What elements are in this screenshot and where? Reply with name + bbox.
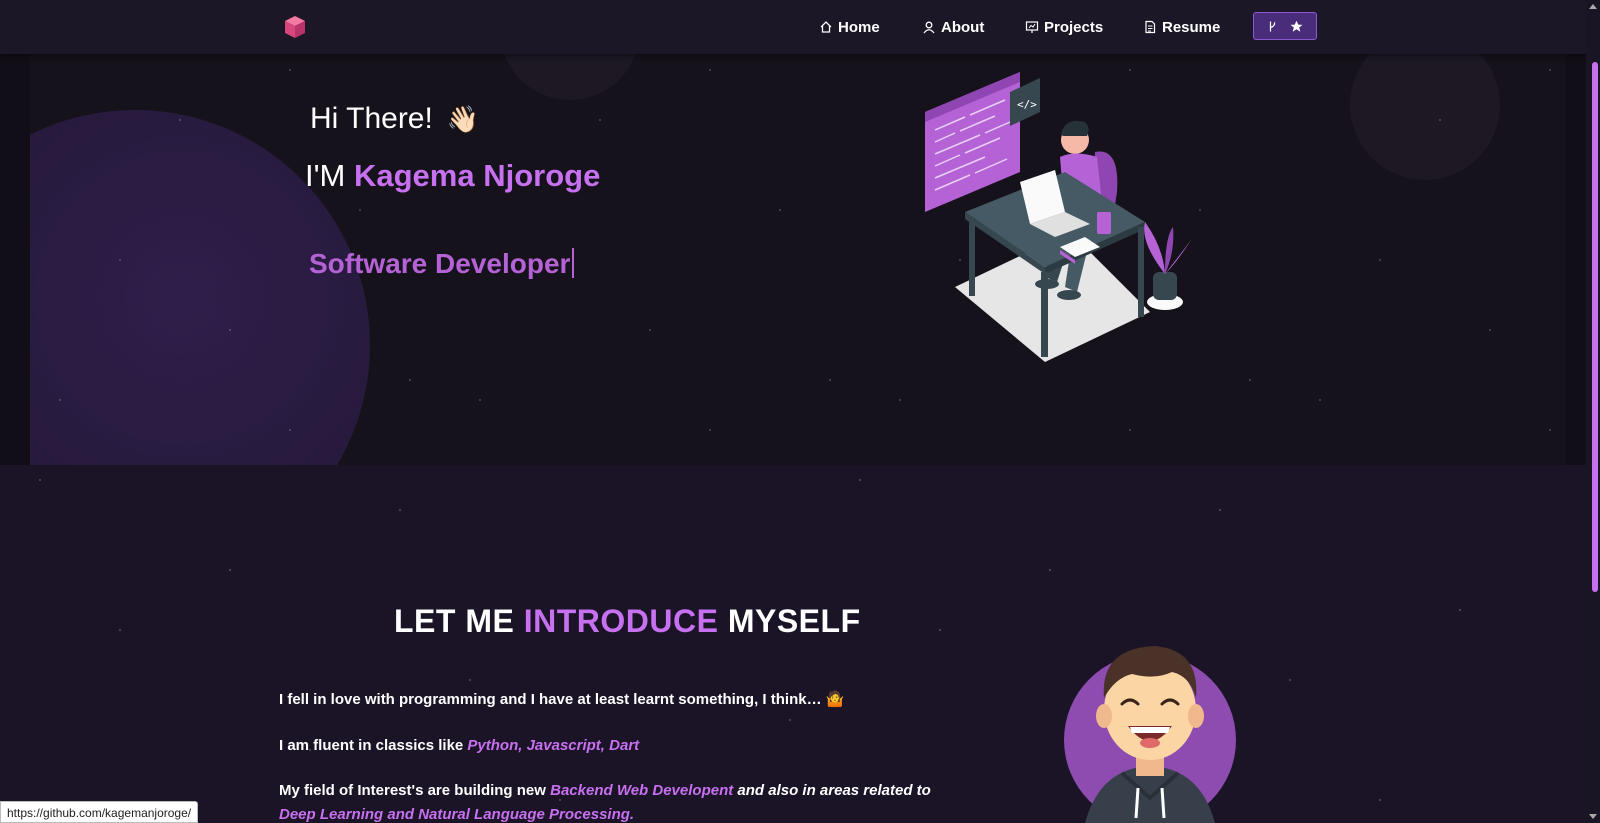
shrug-emoji: 🤷 — [825, 691, 845, 708]
nav-about-label: About — [941, 18, 985, 36]
star-icon — [1290, 20, 1302, 32]
nav-projects-label: Projects — [1044, 18, 1104, 36]
wave-emoji: 👋🏻 — [446, 103, 480, 134]
name-highlight: Kagema Njoroge — [353, 158, 601, 193]
intro-heading-part2: MYSELF — [727, 603, 861, 639]
greeting-text: Hi There! — [310, 102, 433, 135]
role-text: Software Developer — [309, 248, 571, 279]
hero-section: Hi There! 👋🏻 I'M Kagema Njoroge Software… — [0, 0, 1600, 465]
hero-panel — [30, 0, 1566, 465]
scrollbar-thumb[interactable] — [1592, 62, 1598, 592]
projects-icon — [1025, 21, 1039, 33]
nav-home-label: Home — [838, 18, 880, 36]
nav-home-link[interactable]: Home — [819, 16, 880, 38]
top-navbar: Home About Projects Resume — [0, 0, 1600, 54]
svg-text:</>: </> — [1017, 98, 1037, 111]
github-repo-button[interactable] — [1253, 12, 1317, 40]
typewriter-role: Software Developer — [309, 248, 575, 280]
user-icon — [923, 21, 935, 34]
avatar — [1064, 646, 1236, 823]
scroll-down-arrow-icon[interactable] — [1589, 814, 1597, 819]
nav-projects-link[interactable]: Projects — [1025, 16, 1103, 38]
intro-heading-part1: LET ME — [394, 603, 515, 639]
logo-cube-icon[interactable] — [284, 15, 306, 39]
greeting: Hi There! 👋🏻 — [310, 102, 479, 136]
languages-highlight: Python, Javascript, Dart — [467, 737, 640, 754]
intro-heading: LET ME INTRODUCE MYSELF — [394, 603, 861, 640]
hero-name: I'M Kagema Njoroge — [305, 158, 600, 194]
intro-p3-prefix: My field of Interest's are building new — [279, 782, 546, 799]
intro-p3-middle: and also in areas related to — [737, 782, 931, 799]
link-status-bar: https://github.com/kagemanjoroge/ — [0, 801, 199, 823]
hero-starfield — [30, 0, 1566, 465]
intro-heading-accent: INTRODUCE — [523, 603, 719, 639]
nav-about-link[interactable]: About — [922, 16, 984, 38]
intro-p1-text: I fell in love with programming and I ha… — [279, 691, 822, 708]
developer-desk-illustration: </> — [925, 72, 1193, 362]
typewriter-cursor — [572, 248, 575, 278]
intro-p2-prefix: I am fluent in classics like — [279, 737, 464, 754]
home-icon — [820, 21, 832, 33]
interest-highlight-1: Backend Web Developent — [550, 782, 734, 799]
nav-resume-link[interactable]: Resume — [1143, 16, 1220, 38]
page-scrollbar[interactable] — [1586, 0, 1600, 823]
interest-highlight-2: Deep Learning and Natural Language Proce… — [279, 806, 635, 823]
name-prefix: I'M — [305, 158, 346, 193]
intro-paragraph-3: My field of Interest's are building new … — [279, 779, 959, 823]
fork-icon — [1269, 21, 1275, 31]
scroll-up-arrow-icon[interactable] — [1589, 4, 1597, 9]
document-icon — [1145, 20, 1156, 34]
intro-paragraph-1: I fell in love with programming and I ha… — [279, 688, 844, 712]
intro-paragraph-2: I am fluent in classics like Python, Jav… — [279, 734, 639, 758]
nav-resume-label: Resume — [1162, 18, 1221, 36]
